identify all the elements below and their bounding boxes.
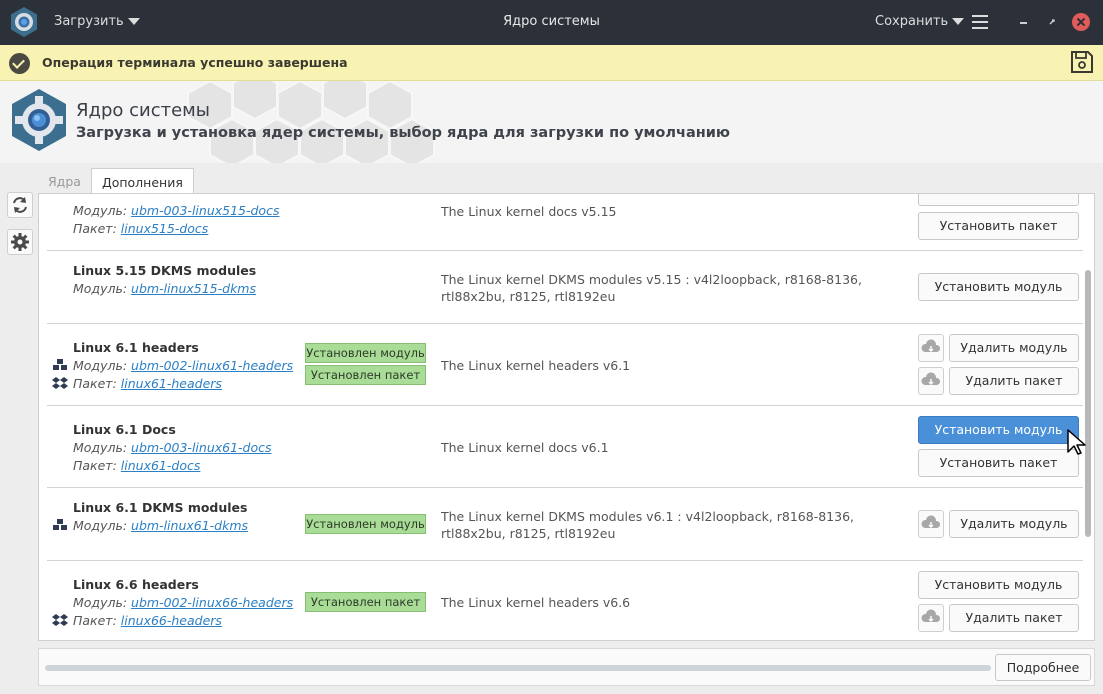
module-link[interactable]: ubm-002-linux61-headers: [131, 358, 293, 373]
list-item: Модуль: ubm-003-linux515-docs Пакет: lin…: [47, 194, 1083, 251]
row-description: The Linux kernel headers v6.1: [441, 358, 631, 373]
package-line: Пакет: linux61-docs: [73, 458, 201, 473]
row-description: The Linux kernel headers v6.6: [441, 595, 631, 610]
maximize-icon: [1049, 19, 1055, 25]
row-description: The Linux kernel docs v6.1: [441, 440, 609, 455]
installed-module-badge: Установлен модуль: [305, 514, 426, 534]
module-line: Модуль: ubm-002-linux61-headers: [73, 358, 294, 373]
download-package-button[interactable]: [918, 604, 944, 632]
installed-package-badge: Установлен пакет: [305, 365, 426, 385]
close-button[interactable]: [1072, 13, 1090, 31]
module-line: Модуль: ubm-003-linux61-docs: [73, 440, 272, 455]
list-item: Linux 6.1 Docs Модуль: ubm-003-linux61-d…: [47, 406, 1083, 488]
minimize-button[interactable]: [1016, 14, 1032, 30]
page-title: Ядро системы: [76, 100, 210, 121]
row-title: Linux 6.1 Docs: [73, 422, 176, 437]
tab-addons[interactable]: Дополнения: [90, 168, 194, 194]
package-line: Пакет: linux61-headers: [73, 376, 222, 391]
installed-module-badge: Установлен модуль: [305, 343, 426, 363]
cubes-icon: [53, 519, 67, 530]
module-link[interactable]: ubm-003-linux515-docs: [131, 203, 279, 218]
module-link[interactable]: ubm-linux61-dkms: [131, 518, 248, 533]
module-line: Модуль: ubm-linux515-dkms: [73, 281, 256, 296]
refresh-icon: [13, 197, 27, 213]
app-gear-icon: [11, 7, 37, 37]
hexagon-pattern: [187, 81, 435, 163]
page-subtitle: Загрузка и установка ядер системы, выбор…: [76, 125, 731, 141]
cloud-download-icon: [921, 339, 941, 353]
bottom-panel: Подробнее: [38, 648, 1095, 686]
remove-module-button[interactable]: Удалить модуль: [949, 510, 1079, 538]
package-link[interactable]: linux61-headers: [121, 376, 222, 391]
dropbox-icon: [52, 614, 68, 626]
check-icon: [9, 53, 30, 74]
partially-hidden-button[interactable]: [918, 194, 1079, 206]
remove-package-button[interactable]: Удалить пакет: [949, 604, 1079, 632]
row-title: Linux 6.6 headers: [73, 577, 199, 592]
module-link[interactable]: ubm-002-linux66-headers: [131, 595, 293, 610]
row-description: The Linux kernel DKMS modules v6.1 : v4l…: [441, 509, 854, 541]
row-title: Linux 6.1 DKMS modules: [73, 500, 248, 515]
package-line: Пакет: linux66-headers: [73, 613, 222, 628]
module-link[interactable]: ubm-003-linux61-docs: [131, 440, 272, 455]
row-description: The Linux kernel docs v5.15: [441, 204, 617, 219]
module-line: Модуль: ubm-002-linux66-headers: [73, 595, 294, 610]
floppy-disk-icon[interactable]: [1069, 49, 1095, 75]
load-menu[interactable]: Загрузить: [54, 14, 140, 29]
module-link[interactable]: ubm-linux515-dkms: [131, 281, 256, 296]
module-line: Модуль: ubm-003-linux515-docs: [73, 203, 280, 218]
notification-text: Операция терминала успешно завершена: [42, 55, 348, 70]
list-item: Linux 6.1 headers Модуль: ubm-002-linux6…: [47, 324, 1083, 406]
remove-package-button[interactable]: Удалить пакет: [949, 367, 1079, 395]
header-banner: Ядро системы Загрузка и установка ядер с…: [0, 81, 1103, 163]
title-bar: Загрузить Ядро системы Сохранить: [0, 0, 1103, 45]
installed-package-badge: Установлен пакет: [305, 592, 426, 612]
list-item: Linux 6.1 DKMS modules Модуль: ubm-linux…: [47, 488, 1083, 561]
tab-bar: Ядра Дополнения: [38, 168, 194, 194]
vertical-scrollbar[interactable]: [1085, 270, 1091, 537]
cloud-download-icon: [921, 609, 941, 623]
chevron-down-icon: [127, 18, 140, 25]
refresh-button[interactable]: [7, 192, 33, 218]
chevron-down-icon: [952, 18, 965, 25]
remove-module-button[interactable]: Удалить модуль: [949, 334, 1079, 362]
download-package-button[interactable]: [918, 367, 944, 395]
dropbox-icon: [52, 377, 68, 389]
package-line: Пакет: linux515-docs: [73, 221, 209, 236]
module-line: Модуль: ubm-linux61-dkms: [73, 518, 249, 533]
maximize-button[interactable]: [1044, 14, 1060, 30]
list-item: Linux 5.15 DKMS modules Модуль: ubm-linu…: [47, 251, 1083, 324]
progress-bar: [45, 665, 991, 671]
install-module-button[interactable]: Установить модуль: [918, 273, 1079, 301]
package-link[interactable]: linux66-headers: [121, 613, 222, 628]
download-module-button[interactable]: [918, 510, 944, 538]
cloud-download-icon: [921, 372, 941, 386]
row-description: The Linux kernel DKMS modules v5.15 : v4…: [441, 272, 862, 304]
cubes-icon: [53, 359, 67, 370]
hamburger-menu-icon[interactable]: [972, 15, 988, 29]
package-link[interactable]: linux515-docs: [121, 221, 209, 236]
package-link[interactable]: linux61-docs: [121, 458, 201, 473]
tab-kernels[interactable]: Ядра: [38, 168, 91, 194]
list-item: Linux 6.6 headers Модуль: ubm-002-linux6…: [47, 561, 1083, 640]
save-menu[interactable]: Сохранить: [875, 14, 965, 29]
row-title: Linux 6.1 headers: [73, 340, 199, 355]
kernel-gear-icon: [12, 89, 66, 151]
addons-list: Модуль: ubm-003-linux515-docs Пакет: lin…: [38, 193, 1095, 641]
install-module-button[interactable]: Установить модуль: [918, 416, 1079, 444]
cloud-download-icon: [921, 515, 941, 529]
gear-icon: [11, 233, 29, 251]
settings-button[interactable]: [7, 229, 33, 255]
notification-bar: Операция терминала успешно завершена: [0, 45, 1103, 81]
download-module-button[interactable]: [918, 334, 944, 362]
install-module-button[interactable]: Установить модуль: [918, 571, 1079, 599]
install-package-button[interactable]: Установить пакет: [918, 212, 1079, 240]
details-button[interactable]: Подробнее: [995, 654, 1091, 681]
save-menu-label: Сохранить: [875, 14, 949, 29]
row-title: Linux 5.15 DKMS modules: [73, 263, 257, 278]
install-package-button[interactable]: Установить пакет: [918, 449, 1079, 477]
load-menu-label: Загрузить: [54, 14, 124, 29]
